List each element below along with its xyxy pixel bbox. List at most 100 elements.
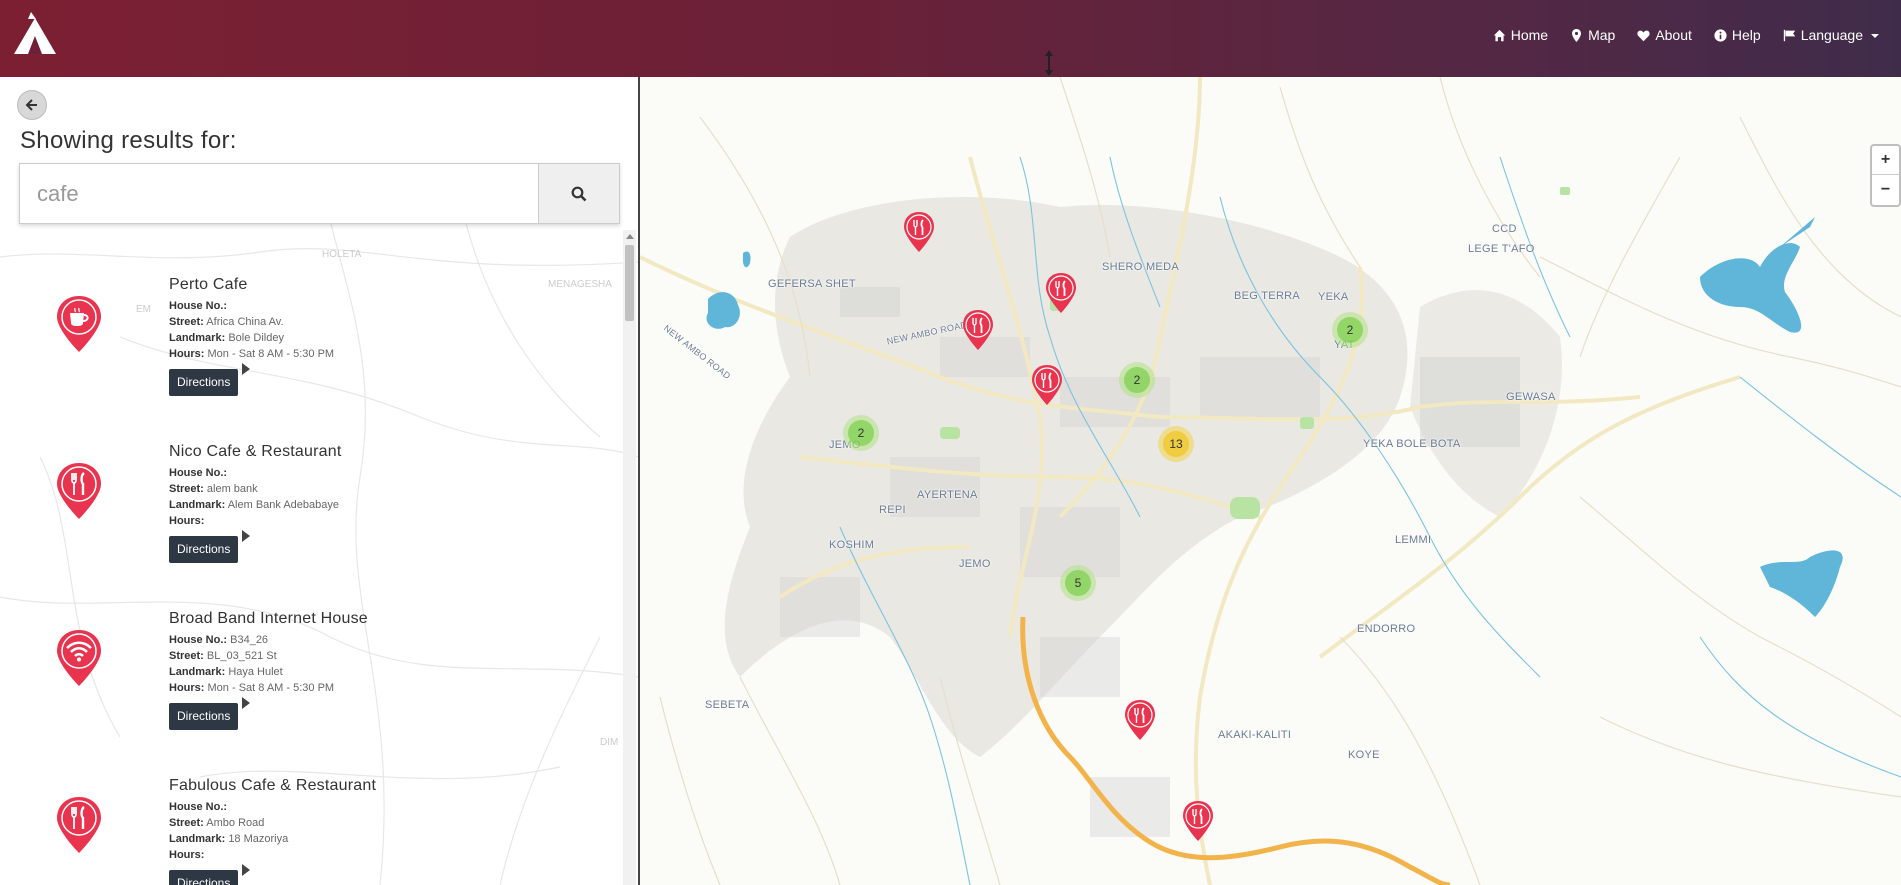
result-hours: Hours: Mon - Sat 8 AM - 5:30 PM [169,682,335,694]
result-street: Street: Africa China Av. [169,316,284,328]
nav-home-label: Home [1510,27,1549,43]
result-name[interactable]: Broad Band Internet House [169,610,368,628]
map-label: KOSHIM [829,539,875,551]
restaurant-marker-icon[interactable] [1030,364,1064,406]
result-name[interactable]: Nico Cafe & Restaurant [169,443,341,461]
map-label: CCD [1492,223,1517,235]
main-nav: Home Map About Help Language [1493,27,1879,43]
map-label: LEMMI [1395,534,1432,546]
fork-knife-icon [57,797,101,853]
fork-knife-icon [57,463,101,519]
map-cluster[interactable]: 5 [1060,565,1096,601]
wifi-icon [57,630,101,686]
map-label: YEKA BOLE BOTA [1363,438,1461,450]
map-label: BEG TERRA [1234,290,1301,302]
nav-map-label: Map [1588,27,1616,43]
map-tiles [640,77,1901,885]
arrow-left-icon [25,99,37,111]
result-street: Street: alem bank [169,483,258,495]
coffee-cup-icon [57,296,101,352]
map-label: JEMO [959,558,991,570]
heart-icon [1637,30,1650,41]
restaurant-marker-icon[interactable] [902,211,936,253]
map-marker-icon [1572,28,1582,42]
result-item[interactable]: Nico Cafe & Restaurant House No.: Street… [0,432,620,592]
result-details: Broad Band Internet House House No.: B34… [169,610,368,730]
map-cluster[interactable]: 2 [1119,362,1155,398]
search-button[interactable] [538,164,619,223]
scroll-up-icon[interactable] [626,234,634,239]
search-input[interactable] [20,164,538,223]
zoom-in-button[interactable]: + [1872,146,1899,175]
zoom-control: + − [1870,144,1901,207]
map-cluster[interactable]: 2 [1332,312,1368,348]
restaurant-marker-icon[interactable] [961,309,995,351]
result-house: House No.: [169,300,228,312]
result-details: Perto Cafe House No.: Street: Africa Chi… [169,276,334,396]
cluster-count: 13 [1163,431,1189,457]
restaurant-marker-icon[interactable] [1044,272,1078,314]
map-label: YEKA [1318,291,1349,303]
result-landmark: Landmark: 18 Mazoriya [169,833,289,845]
map-label: LEGE T'AFO [1468,243,1535,255]
resize-handle-icon[interactable] [1044,50,1054,76]
result-item[interactable]: Broad Band Internet House House No.: B34… [0,599,620,759]
map-cluster[interactable]: 2 [843,415,879,451]
result-details: Nico Cafe & Restaurant House No.: Street… [169,443,341,563]
nav-help-label: Help [1731,27,1761,43]
directions-button[interactable]: Directions [169,870,239,885]
map-label: AYERTENA [917,489,978,501]
bg-label-holeta: HOLETA [322,249,362,260]
result-house: House No.: [169,467,228,479]
directions-button[interactable]: Directions [169,536,239,563]
nav-home[interactable]: Home [1493,27,1548,43]
nav-language[interactable]: Language [1783,27,1879,43]
map-label: ENDORRO [1357,623,1416,635]
directions-button[interactable]: Directions [169,703,239,730]
restaurant-marker-icon[interactable] [1181,800,1215,842]
directions-button[interactable]: Directions [169,369,239,396]
map-cluster[interactable]: 13 [1158,426,1194,462]
play-arrow-icon[interactable] [242,697,251,709]
cluster-count: 5 [1065,570,1091,596]
result-details: Fabulous Cafe & Restaurant House No.: St… [169,777,376,885]
info-circle-icon [1714,28,1727,42]
map-label: SEBETA [705,699,750,711]
chevron-down-icon [1871,34,1879,38]
result-name[interactable]: Perto Cafe [169,276,334,294]
nav-help[interactable]: Help [1714,27,1761,43]
top-navbar: Home Map About Help Language [0,0,1901,77]
results-scrollbar[interactable] [623,230,636,885]
result-landmark: Landmark: Alem Bank Adebabaye [169,499,340,511]
home-icon [1493,29,1505,41]
result-hours: Hours: [169,515,205,527]
result-name[interactable]: Fabulous Cafe & Restaurant [169,777,376,795]
cluster-count: 2 [1337,317,1363,343]
restaurant-marker-icon[interactable] [1123,699,1157,741]
result-landmark: Landmark: Bole Dildey [169,332,284,344]
results-heading: Showing results for: [20,127,237,154]
search-bar [19,163,620,224]
play-arrow-icon[interactable] [242,363,251,375]
zoom-out-button[interactable]: − [1872,175,1899,204]
back-button[interactable] [17,90,47,120]
result-hours: Hours: [169,849,205,861]
nav-about-label: About [1655,27,1692,43]
search-icon [571,186,587,201]
play-arrow-icon[interactable] [242,530,251,542]
map-view[interactable]: + − GEFERSA SHET NEW AMBO ROAD SHERO MED… [640,77,1901,885]
map-label: SHERO MEDA [1102,261,1179,273]
result-item[interactable]: Fabulous Cafe & Restaurant House No.: St… [0,766,620,885]
result-house: House No.: B34_26 [169,634,269,646]
nav-map[interactable]: Map [1570,27,1615,43]
map-label: GEFERSA SHET [768,278,856,290]
results-panel: HOLETA MENAGESHA EM DIM Showing results … [0,77,639,885]
result-house: House No.: [169,801,228,813]
result-street: Street: BL_03_521 St [169,650,277,662]
result-item[interactable]: Perto Cafe House No.: Street: Africa Chi… [0,265,620,425]
map-label: REPI [879,504,906,516]
brand-logo[interactable] [12,10,58,56]
play-arrow-icon[interactable] [242,864,251,876]
scrollbar-thumb[interactable] [625,245,634,321]
nav-about[interactable]: About [1637,27,1692,43]
